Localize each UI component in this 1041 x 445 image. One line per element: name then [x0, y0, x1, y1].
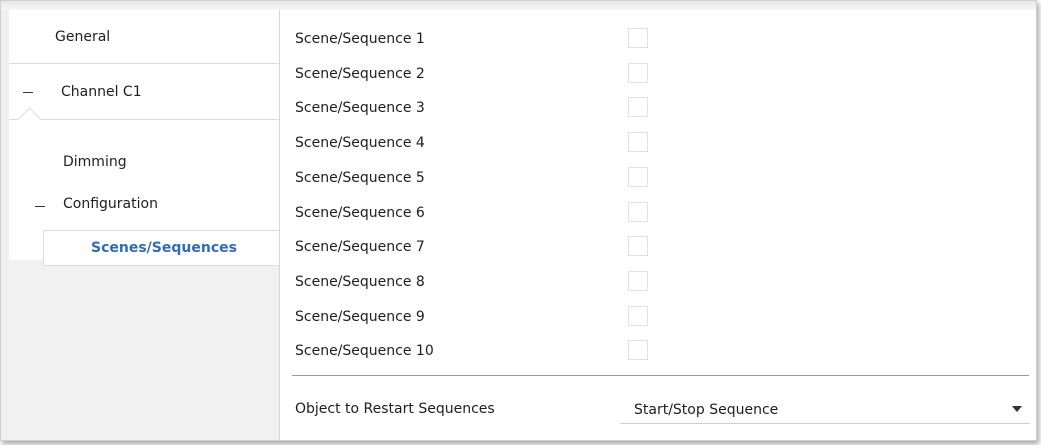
chevron-down-icon[interactable] [1012, 406, 1022, 412]
scene-label: Scene/Sequence 9 [295, 308, 425, 325]
scene-row: Scene/Sequence 5 [295, 166, 1035, 189]
sidebar-item-configuration[interactable]: Configuration [63, 196, 158, 212]
scene-row: Scene/Sequence 8 [295, 270, 1035, 293]
scene-row: Scene/Sequence 1 [295, 28, 1035, 50]
scene-label: Scene/Sequence 8 [295, 273, 425, 290]
restart-sequences-value: Start/Stop Sequence [634, 401, 779, 418]
restart-sequences-dropdown[interactable]: Start/Stop Sequence [620, 396, 1030, 424]
scene-label: Scene/Sequence 7 [295, 239, 425, 256]
sidebar-item-scenes-sequences-label: Scenes/Sequences [91, 240, 237, 256]
scene-label: Scene/Sequence 1 [295, 31, 425, 47]
scene-row: Scene/Sequence 3 [295, 97, 1035, 119]
sidebar: General Channel C1 Dimming Configuration… [1, 10, 280, 440]
scene-checkbox[interactable] [628, 132, 648, 153]
sidebar-item-scenes-sequences[interactable]: Scenes/Sequences [43, 230, 279, 266]
sidebar-item-channel-c1[interactable]: Channel C1 [9, 64, 279, 120]
sidebar-item-general-label: General [55, 28, 111, 45]
scene-checkbox[interactable] [628, 201, 648, 222]
scene-label: Scene/Sequence 2 [295, 65, 425, 82]
scene-label: Scene/Sequence 6 [295, 204, 425, 221]
scene-label: Scene/Sequence 3 [295, 100, 425, 117]
scene-checkbox[interactable] [628, 305, 648, 326]
scene-checkbox[interactable] [628, 236, 648, 257]
scene-checkbox[interactable] [628, 97, 648, 118]
scene-label: Scene/Sequence 4 [295, 135, 425, 152]
scene-checkbox[interactable] [628, 62, 648, 83]
scene-row: Scene/Sequence 4 [295, 132, 1035, 154]
scene-row: Scene/Sequence 10 [295, 340, 1035, 362]
separator [292, 375, 1029, 376]
scene-row: Scene/Sequence 9 [295, 305, 1035, 328]
scene-checkbox[interactable] [628, 28, 648, 48]
sidebar-item-channel-c1-label: Channel C1 [61, 83, 142, 100]
scene-row: Scene/Sequence 2 [295, 62, 1035, 85]
parameters-window: General Channel C1 Dimming Configuration… [0, 0, 1037, 441]
scene-label: Scene/Sequence 5 [295, 169, 425, 186]
parameter-panel: Scene/Sequence 1 Scene/Sequence 2 Scene/Se… [280, 10, 1036, 440]
scene-row: Scene/Sequence 7 [295, 236, 1035, 258]
scene-checkbox[interactable] [628, 270, 648, 291]
sidebar-item-dimming[interactable]: Dimming [63, 154, 127, 170]
scene-row: Scene/Sequence 6 [295, 201, 1035, 224]
sidebar-item-general[interactable]: General [9, 10, 279, 64]
scene-label: Scene/Sequence 10 [295, 343, 434, 360]
scene-checkbox[interactable] [628, 340, 648, 361]
restart-sequences-label: Object to Restart Sequences [295, 401, 495, 417]
scene-checkbox[interactable] [628, 166, 648, 187]
minus-icon[interactable] [35, 206, 45, 207]
minus-icon[interactable] [23, 91, 33, 93]
